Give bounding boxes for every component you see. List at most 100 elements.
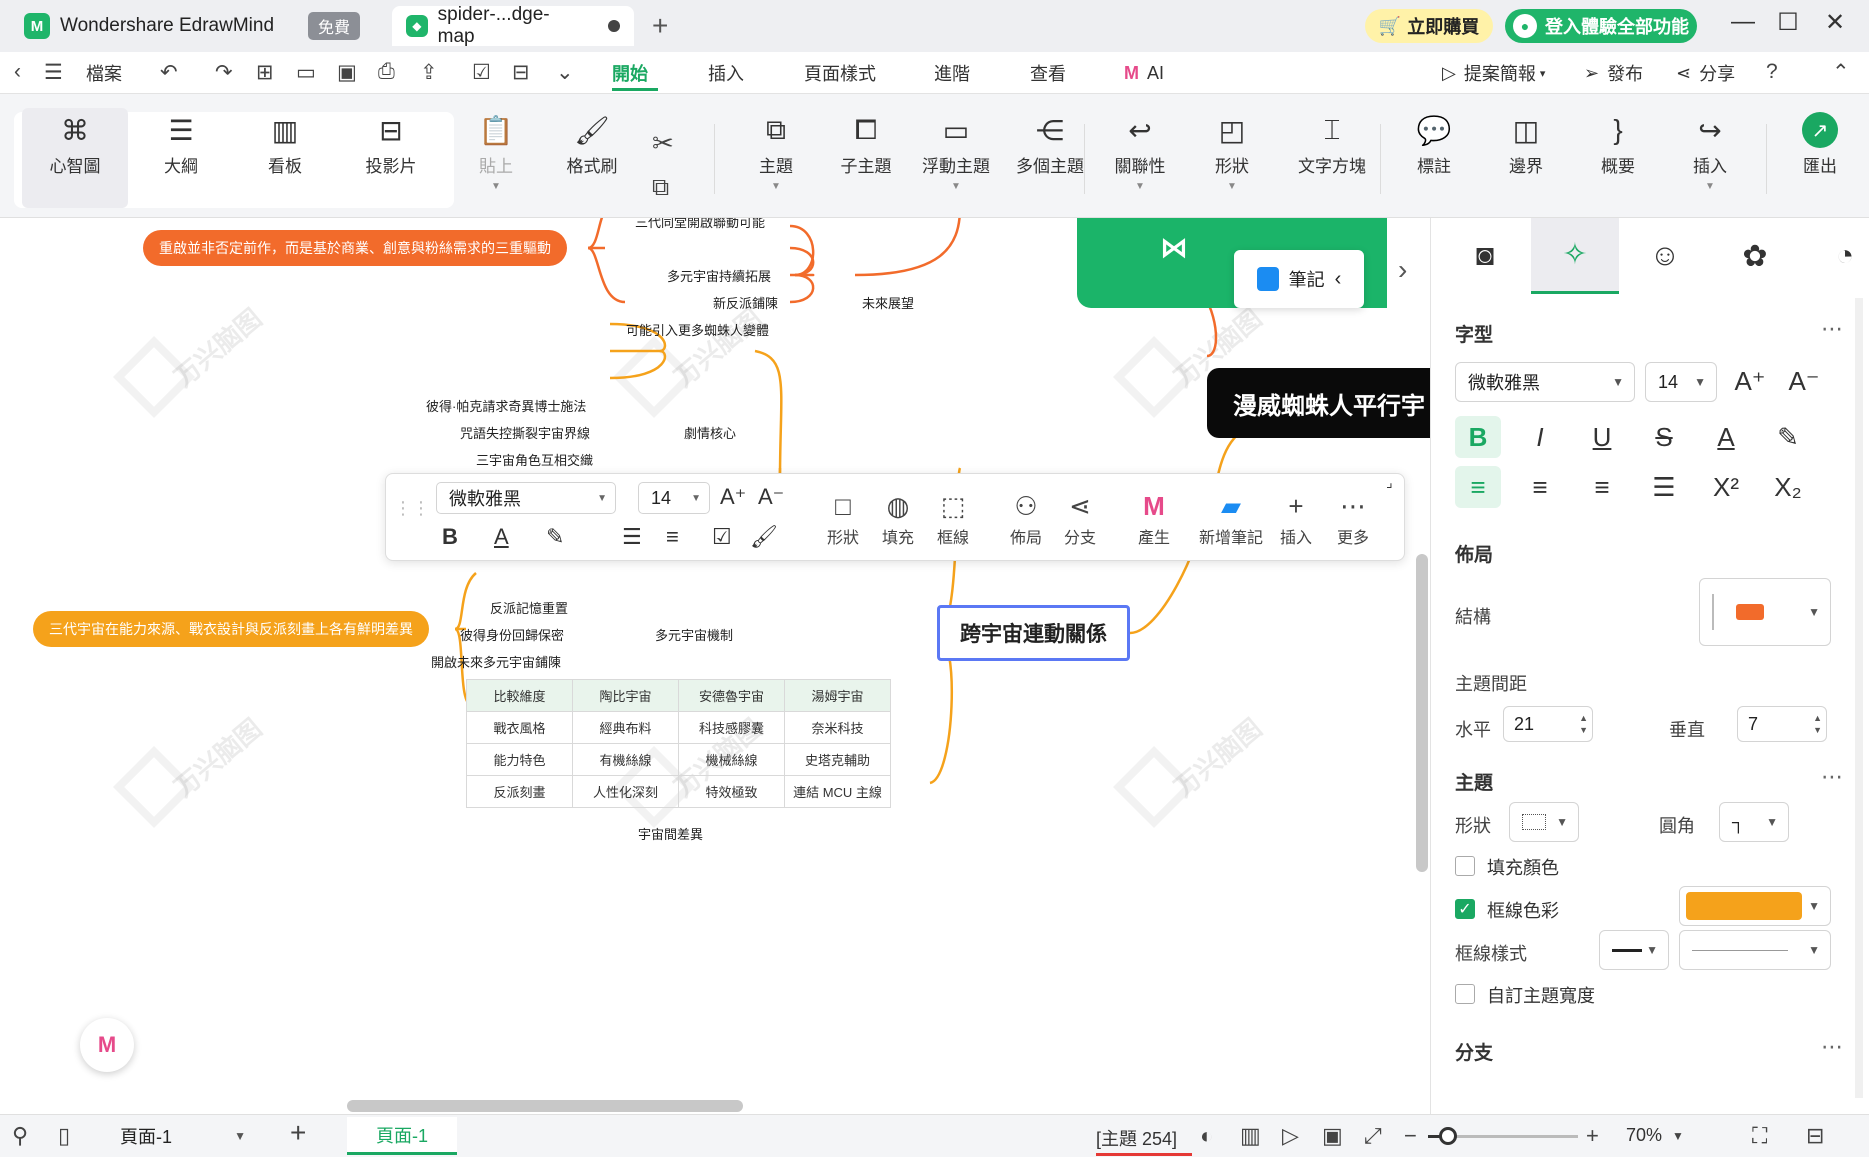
superscript-icon[interactable]: X² [1703, 466, 1749, 508]
future-item[interactable]: 多元宇宙持續拓展 [667, 266, 771, 285]
collapse-ribbon-icon[interactable]: ⌃ [1832, 60, 1850, 85]
subscript-icon[interactable]: X₂ [1765, 466, 1811, 508]
future-item[interactable]: 新反派鋪陳 [713, 293, 778, 312]
float-font-select[interactable]: 微軟雅黑 ▼ [436, 482, 616, 514]
book-view-icon[interactable]: ▥ [1240, 1123, 1261, 1149]
map-outline-icon[interactable]: ⚲ [12, 1123, 28, 1149]
zoom-slider-knob[interactable] [1438, 1127, 1457, 1145]
multiple-topics-button[interactable]: ⋲ 多個主題 [1000, 108, 1100, 208]
border-color-select[interactable]: ▼ [1679, 886, 1831, 926]
brush-icon[interactable]: 🖌 [750, 524, 778, 550]
panel-tab-style-icon[interactable]: ✧ [1531, 218, 1619, 294]
table-cell[interactable]: 有機絲線 [572, 743, 679, 776]
pill-top-topic[interactable]: 重啟並非否定前作，而是基於商業、創意與粉絲需求的三重驅動 [143, 230, 567, 266]
cut-icon[interactable]: ✂ [652, 128, 674, 159]
tab-view[interactable]: 查看 [1030, 52, 1066, 94]
panel-tab-emoji-icon[interactable]: ☺ [1621, 218, 1709, 294]
table-cell[interactable]: 能力特色 [466, 743, 573, 776]
vertical-scrollbar[interactable] [1416, 554, 1428, 872]
add-page-icon[interactable]: + [290, 1117, 306, 1149]
theme-toggle-icon[interactable]: ◐ [1200, 1123, 1213, 1149]
float-border-button[interactable]: ⬚ 框線 [921, 488, 985, 548]
ai-assistant-button[interactable]: M [80, 1018, 134, 1072]
shape-button[interactable]: ◰ 形狀 ▼ [1192, 108, 1272, 208]
menu-file[interactable]: 檔案 [86, 52, 122, 94]
buy-now-button[interactable]: 🛒 立即購買 [1365, 9, 1493, 43]
float-size-select[interactable]: 14 ▼ [638, 482, 710, 514]
table-cell[interactable]: 經典布料 [572, 711, 679, 744]
comparison-table[interactable]: 比較維度 陶比宇宙 安德魯宇宙 湯姆宇宙 戰衣風格 經典布料 科技感膠囊 奈米科… [466, 679, 891, 808]
float-generate-button[interactable]: M 產生 [1122, 488, 1186, 548]
insert-button[interactable]: ↪ 插入 ▼ [1670, 108, 1750, 208]
table-cell[interactable]: 奈米科技 [784, 711, 891, 744]
increase-font-icon[interactable]: A⁺ [720, 484, 746, 510]
table-cell[interactable]: 陶比宇宙 [572, 679, 679, 712]
spinner-arrows-icon[interactable]: ▲ ▼ [1579, 712, 1588, 736]
copy-icon[interactable]: ⧉ [652, 174, 669, 202]
float-add-note-button[interactable]: ▰ 新增筆記 [1186, 488, 1276, 548]
float-more-button[interactable]: ⋯ 更多 [1321, 488, 1385, 548]
print-icon[interactable]: ⎙ [378, 60, 395, 84]
hamburger-menu-icon[interactable]: ☰ [44, 60, 63, 85]
share-button[interactable]: ⋖ 分享 [1676, 52, 1735, 94]
plot-item[interactable]: 彼得·帕克請求奇異博士施法 [426, 396, 586, 415]
export-doc-icon[interactable]: ⇪ [420, 60, 438, 85]
center-topic[interactable]: 跨宇宙連動關係 [937, 605, 1130, 661]
view-outline-button[interactable]: ☰ 大綱 [128, 108, 234, 208]
italic-icon[interactable]: I [1517, 416, 1563, 458]
bold-icon[interactable]: B [442, 524, 458, 550]
root-topic[interactable]: 漫威蜘蛛人平行宇 [1207, 368, 1430, 438]
redo-icon[interactable]: ↷ [215, 60, 233, 85]
future-item[interactable]: 可能引入更多蜘蛛人變體 [626, 320, 769, 339]
document-tab[interactable]: ◆ spider-...dge-map [392, 4, 634, 47]
bold-icon[interactable]: B [1455, 416, 1501, 458]
publish-button[interactable]: ➢ 發布 [1584, 52, 1643, 94]
tab-insert[interactable]: 插入 [708, 52, 744, 94]
play-icon[interactable]: ▷ [1282, 1123, 1299, 1149]
highlight-icon[interactable]: ✎ [1765, 416, 1811, 458]
corner-select[interactable]: ┐ ▼ [1719, 802, 1789, 842]
boundary-button[interactable]: ◫ 邊界 [1486, 108, 1566, 208]
paste-button[interactable]: 📋 貼上 ▼ [466, 108, 526, 208]
page-select[interactable]: 頁面-1 ▼ [108, 1119, 256, 1153]
fit-page-icon[interactable]: ▣ [1322, 1123, 1343, 1149]
table-cell[interactable]: 安德魯宇宙 [678, 679, 785, 712]
zoom-level[interactable]: 70% [1626, 1125, 1662, 1146]
decrease-font-icon[interactable]: A⁻ [1781, 360, 1827, 402]
summary-button[interactable]: } 概要 [1578, 108, 1658, 208]
mechanism-label[interactable]: 多元宇宙機制 [655, 625, 733, 644]
strikethrough-icon[interactable]: S [1641, 416, 1687, 458]
app-tab[interactable]: M Wondershare EdrawMind 免費 [10, 6, 374, 46]
future-item[interactable]: 三代同堂開啟聯動可能 [635, 218, 765, 231]
increase-font-icon[interactable]: A⁺ [1727, 360, 1773, 402]
more-dots-icon[interactable]: ⋯ [1821, 1034, 1843, 1060]
table-cell[interactable]: 比較維度 [466, 679, 573, 712]
fill-color-checkbox[interactable] [1455, 856, 1475, 876]
export-button[interactable]: ↗ 匯出 [1780, 108, 1860, 208]
floating-topic-button[interactable]: ▭ 浮動主題 ▼ [906, 108, 1006, 208]
highlight-icon[interactable]: ✎ [546, 524, 564, 550]
plot-item[interactable]: 三宇宙角色互相交織 [476, 450, 593, 469]
table-cell[interactable]: 人性化深刻 [572, 775, 679, 808]
quick-access-more-icon[interactable]: ⌄ [556, 60, 574, 85]
table-cell[interactable]: 連結 MCU 主線 [784, 775, 891, 808]
align-center-icon[interactable]: ≡ [1517, 466, 1563, 508]
tab-advanced[interactable]: 進階 [934, 52, 970, 94]
more-dots-icon[interactable]: ⋯ [1821, 764, 1843, 790]
align-right-icon[interactable]: ≡ [1579, 466, 1625, 508]
panel-toggle-icon[interactable]: ⊟ [1806, 1123, 1824, 1149]
spinner-arrows-icon[interactable]: ▲ ▼ [1813, 712, 1822, 736]
back-icon[interactable]: ‹ [14, 60, 21, 84]
vertical-spacing-input[interactable]: 7 ▲ ▼ [1737, 706, 1827, 742]
relationship-button[interactable]: ↩ 關聯性 ▼ [1100, 108, 1180, 208]
maximize-button[interactable]: ☐ [1768, 8, 1808, 37]
note-button[interactable]: 筆記 ‹ [1234, 250, 1364, 308]
mindmap-canvas[interactable]: 万兴脑图 万兴脑图 万兴脑图 万兴脑图 万兴脑图 万兴脑图 ⋈ 筆記 ‹ › 漫… [0, 218, 1430, 1114]
align-icon[interactable]: ≡ [666, 524, 679, 550]
font-family-select[interactable]: 微軟雅黑 ▼ [1455, 362, 1635, 402]
font-color-icon[interactable]: A [494, 524, 509, 550]
login-button[interactable]: ● 登入體驗全部功能 [1505, 9, 1697, 43]
border-color-checkbox[interactable]: ✓ [1455, 899, 1475, 919]
callout-button[interactable]: 💬 標註 [1394, 108, 1474, 208]
pill-bottom-topic[interactable]: 三代宇宙在能力來源、戰衣設計與反派刻畫上各有鮮明差異 [33, 611, 429, 647]
